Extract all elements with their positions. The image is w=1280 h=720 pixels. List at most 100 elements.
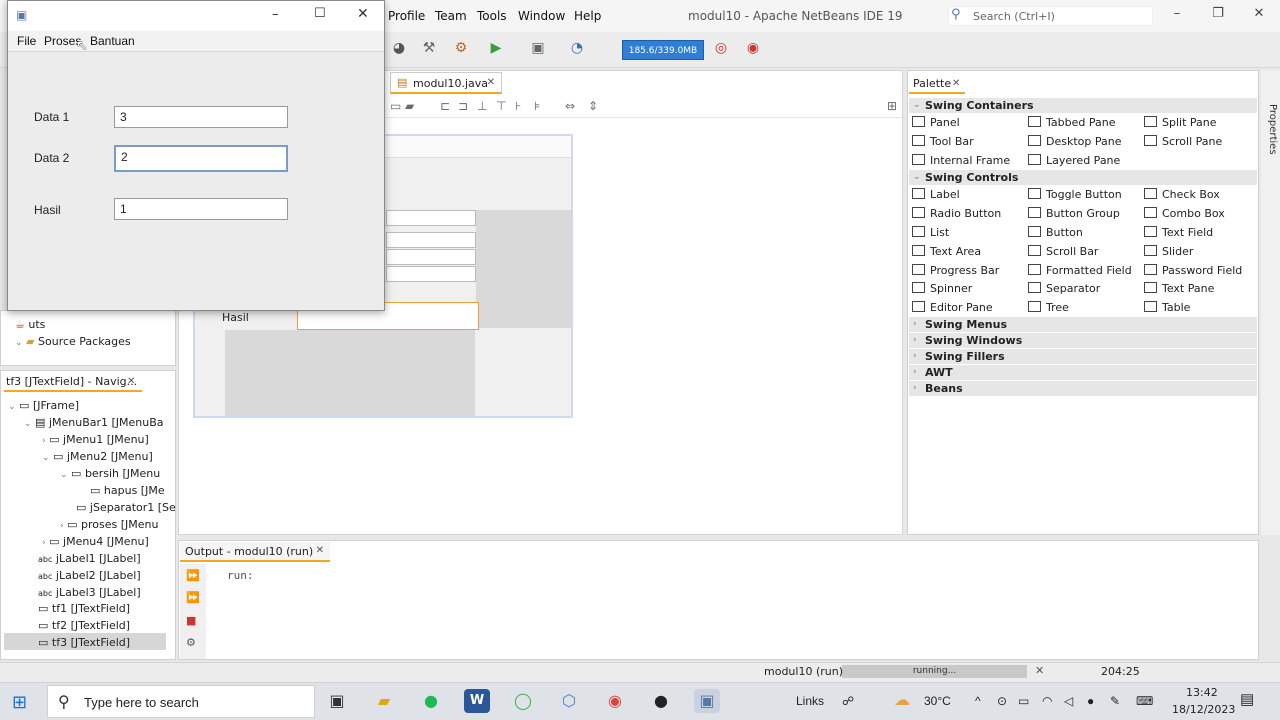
nav-item-jlabel3[interactable]: abc jLabel3 [JLabel] xyxy=(38,586,141,599)
palette-item-editor-pane[interactable]: Editor Pane xyxy=(912,301,993,314)
palette-item-button-group[interactable]: Button Group xyxy=(1028,207,1120,220)
debug-project-icon[interactable]: ▣ xyxy=(527,40,549,60)
align-center-icon[interactable]: ⊥ xyxy=(477,99,487,113)
chevron-up-icon[interactable]: ^ xyxy=(975,694,981,708)
obs-icon[interactable]: ● xyxy=(648,689,674,713)
stop-icon[interactable]: ■ xyxy=(186,614,200,628)
palette-item-combo-box[interactable]: Combo Box xyxy=(1144,207,1225,220)
spotify-icon[interactable]: ● xyxy=(418,689,444,713)
profile-icon[interactable]: ◔ xyxy=(566,40,588,60)
close-icon[interactable]: ✕ xyxy=(952,78,960,89)
volume-icon[interactable]: ◁ xyxy=(1064,694,1073,708)
palette-item-progress-bar[interactable]: Progress Bar xyxy=(912,264,999,277)
keyboard-icon[interactable]: ⌨ xyxy=(1136,694,1153,708)
menu-window[interactable]: Window xyxy=(518,9,565,23)
design-textfield-2[interactable] xyxy=(386,232,476,248)
app-ring-icon[interactable]: ◯ xyxy=(510,689,536,713)
app-minimize-button[interactable]: – xyxy=(272,7,279,22)
palette-item-tree[interactable]: Tree xyxy=(1028,301,1069,314)
align-left-icon[interactable]: ⊏ xyxy=(440,99,450,113)
align-middle-icon[interactable]: ⊧ xyxy=(534,99,540,113)
palette-item-radio-button[interactable]: Radio Button xyxy=(912,207,1001,220)
nav-item-jmenu2[interactable]: ⌄ ▭ jMenu2 [JMenu] xyxy=(42,450,153,463)
chrome-icon[interactable]: ◉ xyxy=(602,689,628,713)
weather-temperature[interactable]: 30°C xyxy=(924,694,951,708)
palette-item-layered-pane[interactable]: Layered Pane xyxy=(1028,154,1120,167)
palette-item-scroll-bar[interactable]: Scroll Bar xyxy=(1028,245,1098,258)
align-bottom-icon[interactable]: ⊦ xyxy=(515,99,521,113)
palette-item-tabbed-pane[interactable]: Tabbed Pane xyxy=(1028,116,1115,129)
palette-item-text-area[interactable]: Text Area xyxy=(912,245,981,258)
people-icon[interactable]: ☍ xyxy=(842,694,854,708)
palette-item-tool-bar[interactable]: Tool Bar xyxy=(912,135,974,148)
nav-item-tf3[interactable]: ▭ tf3 [JTextField] xyxy=(38,636,130,649)
design-textfield-1[interactable] xyxy=(386,210,476,226)
palette-category-swing-menus[interactable]: › Swing Menus xyxy=(909,317,1257,332)
palette-category-swing-controls[interactable]: ⌄ Swing Controls xyxy=(909,170,1257,185)
weather-icon[interactable]: ☁ xyxy=(894,690,910,710)
nav-item-jlabel2[interactable]: abc jLabel2 [JLabel] xyxy=(38,569,141,582)
palette-category-beans[interactable]: › Beans xyxy=(909,381,1257,396)
resize-vertical-icon[interactable]: ⇕ xyxy=(588,99,598,113)
palette-item-text-field[interactable]: Text Field xyxy=(1144,226,1213,239)
word-icon[interactable]: W xyxy=(464,689,490,713)
palette-item-spinner[interactable]: Spinner xyxy=(912,282,972,295)
hasil-field[interactable]: 1 xyxy=(114,198,288,220)
palette-item-list[interactable]: List xyxy=(912,226,949,239)
app-maximize-button[interactable]: ☐ xyxy=(314,6,326,21)
menu-help[interactable]: Help xyxy=(574,9,601,23)
rerun-with-params-icon[interactable]: ⏩ xyxy=(186,591,200,605)
palette-item-table[interactable]: Table xyxy=(1144,301,1190,314)
palette-item-split-pane[interactable]: Split Pane xyxy=(1144,116,1217,129)
pen-icon[interactable]: ✎ xyxy=(1110,694,1120,708)
app-menu-bantuan[interactable]: Bantuan xyxy=(90,34,135,48)
output-tab[interactable]: Output - modul10 (run) ✕ xyxy=(180,542,330,562)
nav-item-tf2[interactable]: ▭ tf2 [JTextField] xyxy=(38,619,130,632)
clean-build-icon[interactable]: ⚙ xyxy=(450,40,472,60)
nav-item-bersih[interactable]: ⌄ ▭ bersih [JMenu xyxy=(60,467,160,480)
project-uts[interactable]: ☕ uts xyxy=(15,318,45,331)
rerun-icon[interactable]: ⏩ xyxy=(186,569,200,583)
meet-icon[interactable]: ⊙ xyxy=(997,694,1007,708)
cancel-process-icon[interactable]: ✕ xyxy=(1035,664,1044,677)
source-packages[interactable]: ⌄ ▰ Source Packages xyxy=(15,335,131,348)
wifi-icon[interactable]: ◠ xyxy=(1042,694,1052,708)
align-top-icon[interactable]: ⊤ xyxy=(496,99,506,113)
nav-item-proses[interactable]: › ▭ proses [JMenu xyxy=(60,518,158,531)
menu-profile[interactable]: Profile xyxy=(388,9,425,23)
design-label-hasil[interactable]: Hasil xyxy=(222,311,249,324)
clock-date[interactable]: 18/12/2023 xyxy=(1172,703,1235,716)
selection-mode-icon[interactable]: ▭ xyxy=(390,99,401,113)
palette-item-password-field[interactable]: Password Field xyxy=(1144,264,1242,277)
palette-item-label[interactable]: Label xyxy=(912,188,960,201)
taskbar-links[interactable]: Links xyxy=(796,694,824,708)
close-icon[interactable]: ✕ xyxy=(316,545,324,556)
data-1-field[interactable]: 3 xyxy=(114,106,288,128)
app-close-button[interactable]: ✕ xyxy=(357,6,369,22)
nav-item-jmenubar1[interactable]: ⌄ ▤ jMenuBar1 [JMenuBa xyxy=(24,416,164,429)
clock-time[interactable]: 13:42 xyxy=(1186,686,1218,699)
palette-category-swing-containers[interactable]: ⌄ Swing Containers xyxy=(909,98,1257,113)
palette-item-button[interactable]: Button xyxy=(1028,226,1083,239)
navigator-tab[interactable]: tf3 [JTextField] - Navig... xyxy=(4,372,142,392)
close-icon[interactable]: ✕ xyxy=(127,376,135,387)
tab-modul10-java[interactable]: ▤ modul10.java ✕ xyxy=(390,72,502,94)
build-icon[interactable]: ⚒ xyxy=(418,40,440,60)
palette-item-formatted-field[interactable]: Formatted Field xyxy=(1028,264,1132,277)
nav-item-jseparator1[interactable]: ▭ jSeparator1 [Se xyxy=(76,501,176,514)
gc-icon[interactable]: ◎ xyxy=(710,40,732,60)
profiler-icon[interactable]: ◉ xyxy=(742,40,764,60)
connection-mode-icon[interactable]: ▰ xyxy=(405,99,414,113)
data-2-field[interactable]: 2 xyxy=(114,145,288,172)
nav-item-hapus[interactable]: ▭ hapus [JMe xyxy=(90,484,165,497)
palette-item-check-box[interactable]: Check Box xyxy=(1144,188,1220,201)
task-view-icon[interactable]: ▣ xyxy=(324,689,350,713)
battery-icon[interactable]: ▭ xyxy=(1018,694,1029,708)
run-icon[interactable]: ▶ xyxy=(485,40,507,60)
design-textfield-4[interactable] xyxy=(386,266,476,282)
palette-item-internal-frame[interactable]: Internal Frame xyxy=(912,154,1010,167)
nav-item-jlabel1[interactable]: abc jLabel1 [JLabel] xyxy=(38,552,141,565)
resize-horizontal-icon[interactable]: ⇔ xyxy=(565,99,575,113)
file-explorer-icon[interactable]: ▰ xyxy=(371,689,397,713)
palette-category-swing-fillers[interactable]: › Swing Fillers xyxy=(909,349,1257,364)
